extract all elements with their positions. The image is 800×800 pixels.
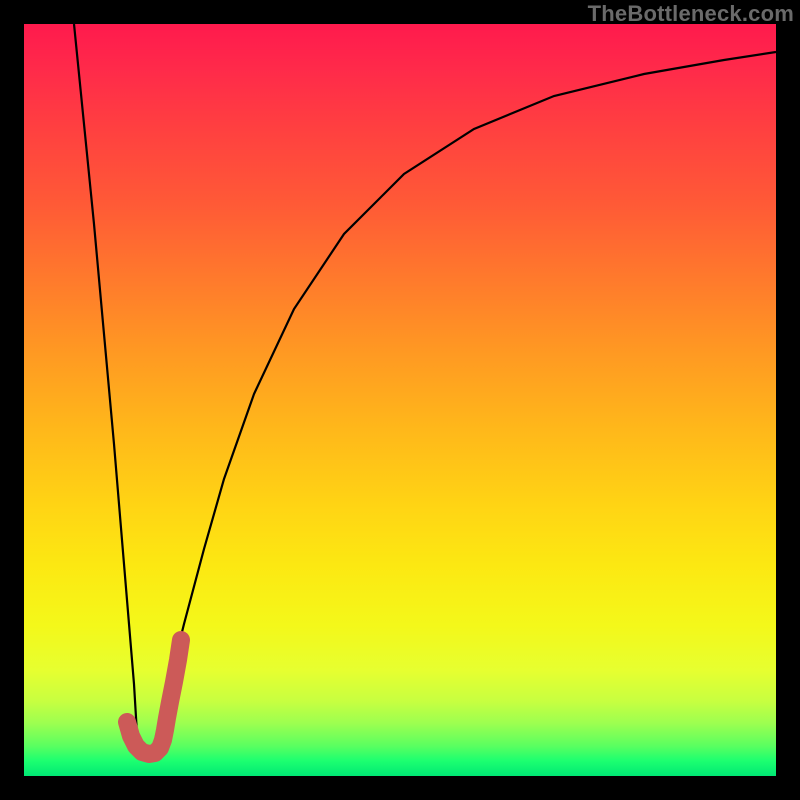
watermark-text: TheBottleneck.com	[588, 0, 794, 28]
left-branch-curve	[74, 24, 137, 734]
right-branch-curve	[154, 52, 776, 744]
plot-area	[24, 24, 776, 776]
chart-frame: TheBottleneck.com	[0, 0, 800, 800]
curve-layer	[24, 24, 776, 776]
